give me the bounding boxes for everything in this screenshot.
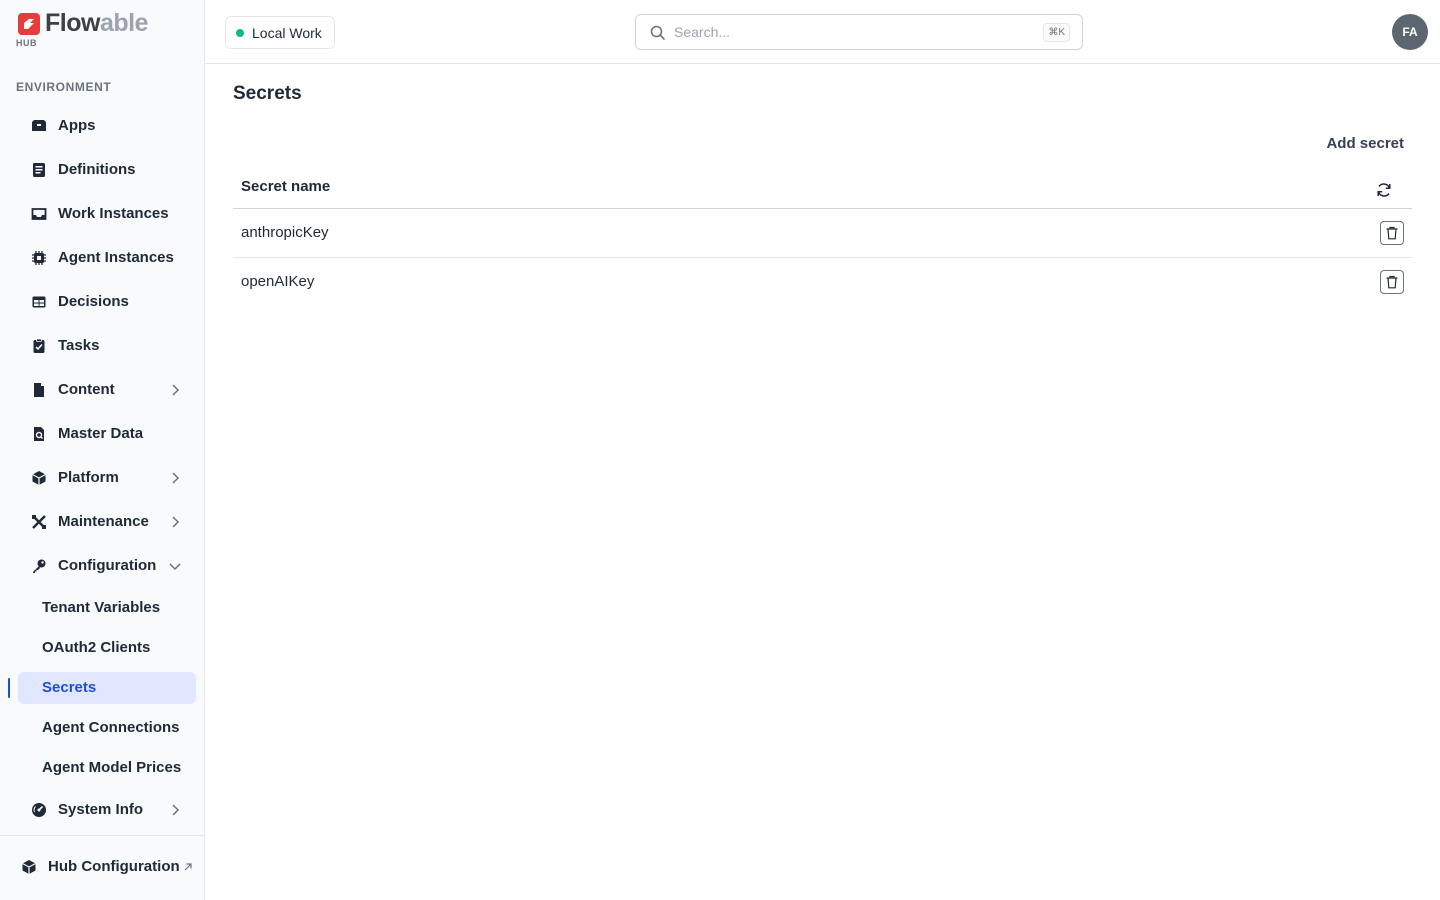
sidebar-subitem-label: Secrets bbox=[42, 679, 97, 696]
secret-name-cell: openAIKey bbox=[241, 273, 315, 290]
main-content: Secrets Add secret Secret name anthropic… bbox=[205, 64, 1440, 900]
flowable-logo[interactable]: Flowable HUB bbox=[16, 9, 166, 50]
delete-button[interactable] bbox=[1380, 221, 1404, 245]
sidebar-subitem-label: Agent Model Prices bbox=[42, 759, 182, 776]
sidebar-item-decisions[interactable]: Decisions bbox=[18, 286, 196, 318]
sidebar-subitem-label: Tenant Variables bbox=[42, 599, 161, 616]
sidebar-item-label: Configuration bbox=[58, 557, 157, 574]
add-secret-button[interactable]: Add secret bbox=[1326, 132, 1404, 154]
page-title: Secrets bbox=[233, 83, 302, 104]
brand-sub: HUB bbox=[16, 38, 37, 48]
column-header-secret-name[interactable]: Secret name bbox=[241, 178, 330, 195]
sidebar-item-platform[interactable]: Platform bbox=[18, 462, 196, 494]
apps-icon bbox=[32, 120, 46, 131]
delete-button[interactable] bbox=[1380, 270, 1404, 294]
active-indicator bbox=[8, 678, 10, 698]
key-icon bbox=[33, 559, 46, 573]
user-avatar[interactable]: FA bbox=[1392, 14, 1428, 50]
chevron-right-icon bbox=[172, 472, 180, 484]
chevron-right-icon bbox=[172, 384, 180, 396]
sidebar-subitem-tenant-variables[interactable]: Tenant Variables bbox=[18, 592, 196, 624]
chevron-down-icon bbox=[169, 563, 181, 571]
search-shortcut-badge: ⌘K bbox=[1043, 23, 1070, 42]
sidebar-item-label: Master Data bbox=[58, 425, 144, 442]
flowable-logo-icon bbox=[18, 13, 40, 35]
sidebar-item-work-instances[interactable]: Work Instances bbox=[18, 198, 196, 230]
sidebar-item-label: Apps bbox=[58, 117, 96, 134]
sidebar-item-label: Content bbox=[58, 381, 115, 398]
chevron-right-icon bbox=[172, 804, 180, 816]
sidebar-item-definitions[interactable]: Definitions bbox=[18, 154, 196, 186]
sidebar-subitem-agent-model-prices[interactable]: Agent Model Prices bbox=[18, 752, 196, 784]
sidebar-footer: Hub Configuration bbox=[0, 835, 204, 900]
brand-name: Flowable bbox=[45, 9, 148, 37]
sidebar-item-label: Agent Instances bbox=[58, 249, 174, 266]
table-row[interactable]: openAIKey bbox=[233, 258, 1412, 307]
sidebar-item-label: Definitions bbox=[58, 161, 136, 178]
sidebar-item-maintenance[interactable]: Maintenance bbox=[18, 506, 196, 538]
clipboard-check-icon bbox=[33, 338, 45, 353]
sidebar-item-label: Platform bbox=[58, 469, 119, 486]
cube-icon bbox=[32, 471, 46, 485]
sidebar-subitem-secrets[interactable]: Secrets bbox=[18, 672, 196, 704]
sidebar-item-label: Decisions bbox=[58, 293, 129, 310]
table-row[interactable]: anthropicKey bbox=[233, 209, 1412, 258]
sidebar-item-label: Maintenance bbox=[58, 513, 149, 530]
definitions-icon bbox=[33, 163, 45, 177]
sidebar-item-master-data[interactable]: Master Data bbox=[18, 418, 196, 450]
external-link-icon bbox=[184, 863, 192, 871]
sidebar-item-content[interactable]: Content bbox=[18, 374, 196, 406]
table-icon bbox=[32, 296, 46, 308]
table-header: Secret name bbox=[233, 164, 1412, 209]
chevron-right-icon bbox=[172, 516, 180, 528]
top-header: Local Work ⌘K FA bbox=[205, 0, 1440, 64]
sidebar-item-label: Work Instances bbox=[58, 205, 169, 222]
tools-icon bbox=[32, 515, 46, 529]
sidebar-subitem-label: Agent Connections bbox=[42, 719, 180, 736]
workspace-selector[interactable]: Local Work bbox=[225, 16, 335, 49]
trash-icon bbox=[1386, 226, 1398, 240]
search-icon bbox=[650, 25, 666, 41]
sidebar-subitem-oauth2-clients[interactable]: OAuth2 Clients bbox=[18, 632, 196, 664]
sidebar-item-system-info[interactable]: System Info bbox=[18, 794, 196, 826]
refresh-icon[interactable] bbox=[1376, 182, 1392, 198]
environment-section-label: ENVIRONMENT bbox=[16, 80, 112, 94]
search-input[interactable] bbox=[674, 22, 1034, 42]
sidebar-item-label: Tasks bbox=[58, 337, 100, 354]
search-box[interactable]: ⌘K bbox=[635, 14, 1083, 50]
document-icon bbox=[34, 383, 44, 397]
cube-icon bbox=[22, 860, 36, 874]
sidebar-item-tasks[interactable]: Tasks bbox=[18, 330, 196, 362]
master-data-icon bbox=[34, 427, 44, 441]
sidebar-item-label: System Info bbox=[58, 801, 144, 818]
inbox-icon bbox=[31, 208, 47, 220]
gauge-icon bbox=[32, 803, 46, 817]
hub-configuration-label: Hub Configuration bbox=[48, 858, 180, 875]
chip-icon bbox=[32, 251, 46, 265]
trash-icon bbox=[1386, 275, 1398, 289]
sidebar: Flowable HUB ENVIRONMENT Apps Definition… bbox=[0, 0, 205, 900]
secrets-table: Secret name anthropicKey openAIKey bbox=[233, 164, 1412, 307]
secret-name-cell: anthropicKey bbox=[241, 224, 329, 241]
sidebar-item-apps[interactable]: Apps bbox=[18, 110, 196, 142]
workspace-status-dot bbox=[236, 29, 244, 37]
workspace-label: Local Work bbox=[252, 25, 322, 41]
sidebar-item-agent-instances[interactable]: Agent Instances bbox=[18, 242, 196, 274]
sidebar-subitem-agent-connections[interactable]: Agent Connections bbox=[18, 712, 196, 744]
sidebar-item-configuration[interactable]: Configuration bbox=[18, 550, 196, 582]
sidebar-subitem-label: OAuth2 Clients bbox=[42, 639, 151, 656]
hub-configuration-link[interactable]: Hub Configuration bbox=[8, 851, 196, 883]
